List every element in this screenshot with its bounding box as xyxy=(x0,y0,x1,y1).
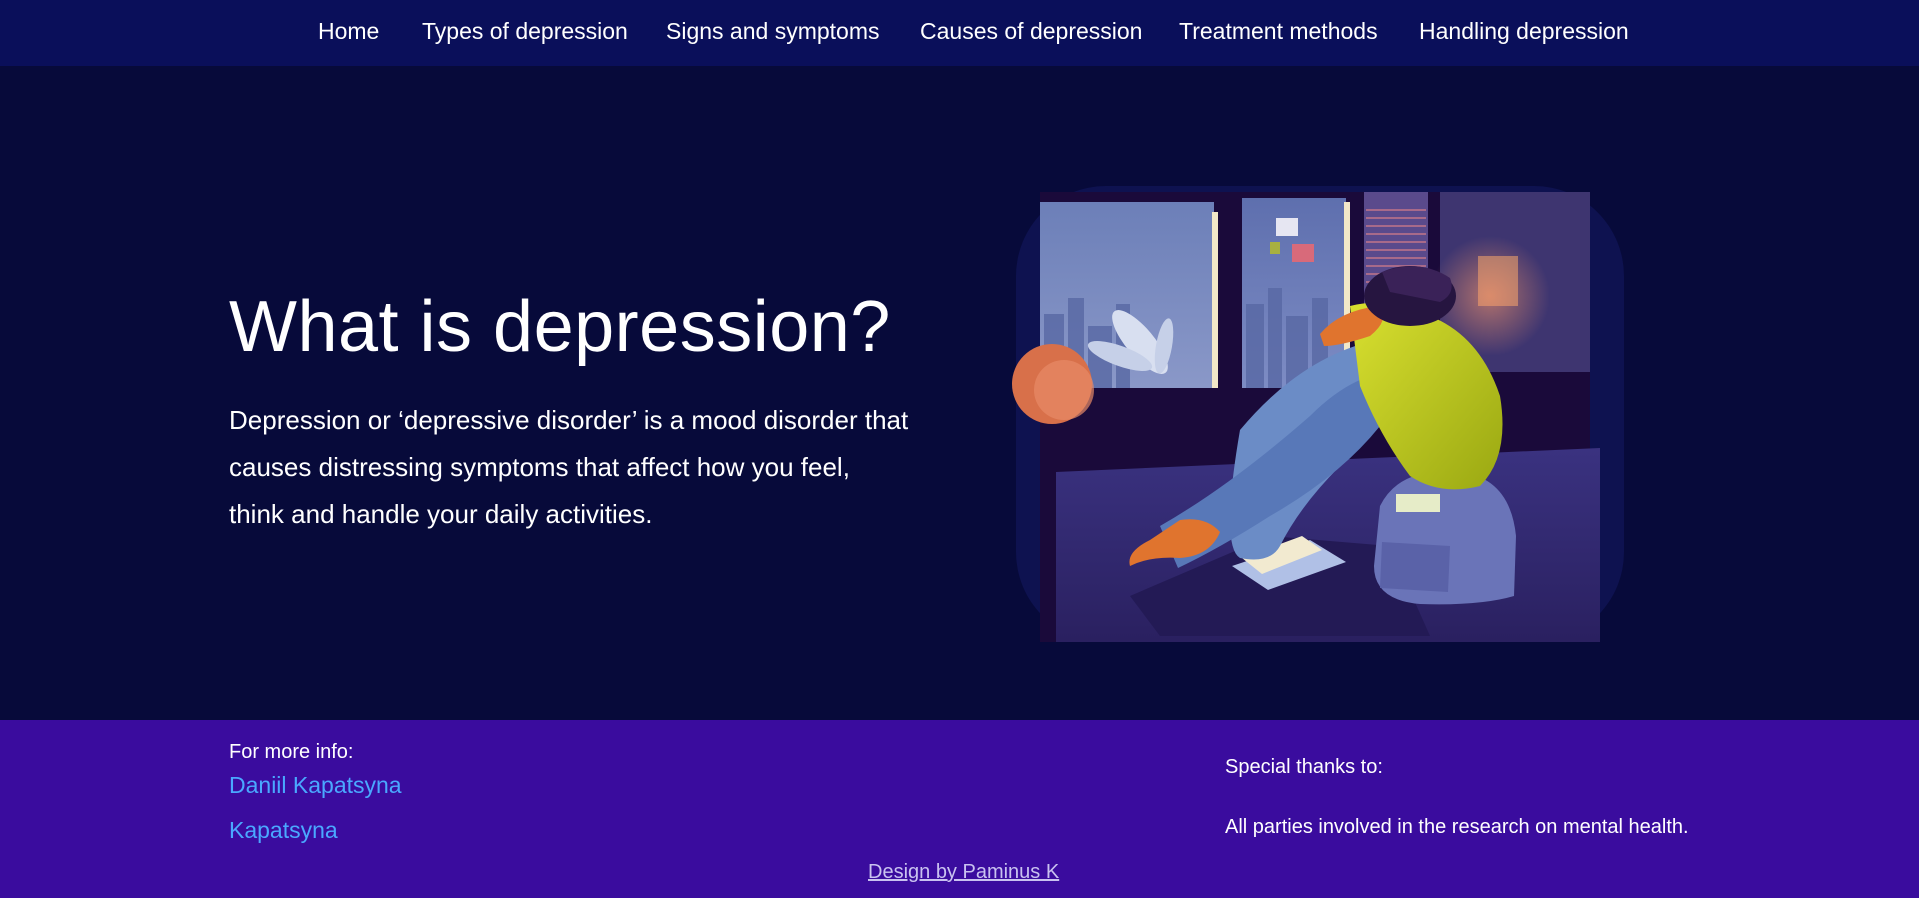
link-daniil-kapatsyna[interactable]: Daniil Kapatsyna xyxy=(229,772,402,799)
link-kapatsyna[interactable]: Kapatsyna xyxy=(229,817,338,844)
special-thanks-text: All parties involved in the research on … xyxy=(1225,816,1689,838)
footer: For more info: Daniil Kapatsyna Kapatsyn… xyxy=(0,720,1919,898)
nav-home[interactable]: Home xyxy=(318,18,379,45)
nav-treatment-methods[interactable]: Treatment methods xyxy=(1179,18,1378,45)
design-credit-link[interactable]: Design by Paminus K xyxy=(868,861,1059,884)
special-thanks-label: Special thanks to: xyxy=(1225,756,1383,778)
hero-section: What is depression? Depression or ‘depre… xyxy=(0,66,1919,720)
person-sitting-sad-illustration xyxy=(1010,186,1630,646)
top-nav: Home Types of depression Signs and sympt… xyxy=(0,0,1919,66)
nav-types-of-depression[interactable]: Types of depression xyxy=(422,18,628,45)
nav-handling-depression[interactable]: Handling depression xyxy=(1419,18,1629,45)
nav-signs-and-symptoms[interactable]: Signs and symptoms xyxy=(666,18,879,45)
nav-causes-of-depression[interactable]: Causes of depression xyxy=(920,18,1142,45)
more-info-label: For more info: xyxy=(229,741,354,763)
hero-description: Depression or ‘depressive disorder’ is a… xyxy=(229,405,909,529)
page-title: What is depression? xyxy=(229,287,891,367)
